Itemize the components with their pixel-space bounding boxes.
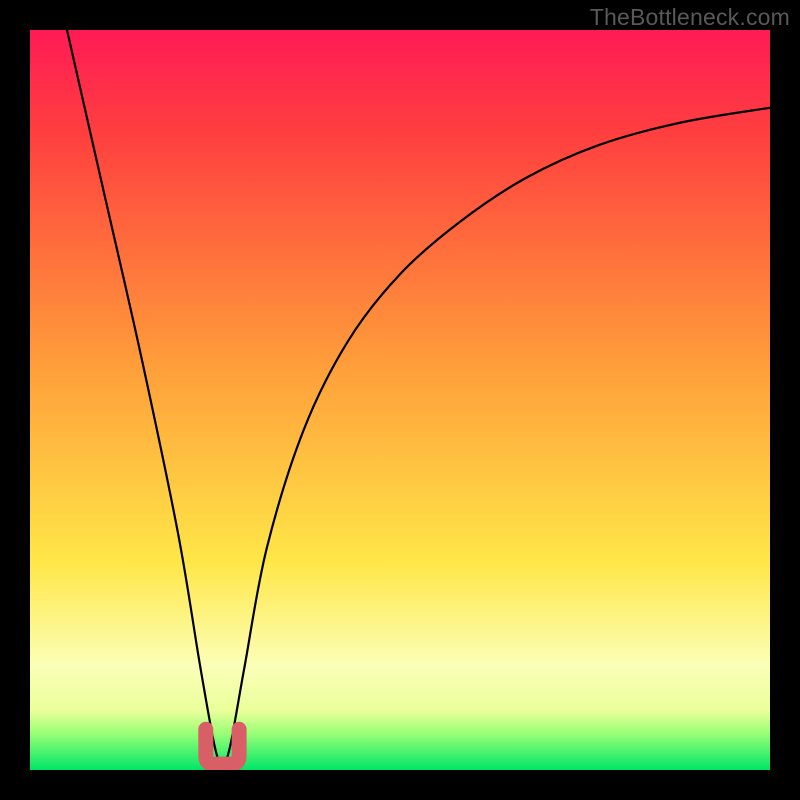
curve-layer bbox=[30, 30, 770, 770]
optimal-u-marker bbox=[206, 729, 239, 764]
plot-area bbox=[30, 30, 770, 770]
watermark-text: TheBottleneck.com bbox=[590, 4, 790, 31]
chart-frame: TheBottleneck.com bbox=[0, 0, 800, 800]
bottleneck-curve bbox=[67, 30, 770, 763]
